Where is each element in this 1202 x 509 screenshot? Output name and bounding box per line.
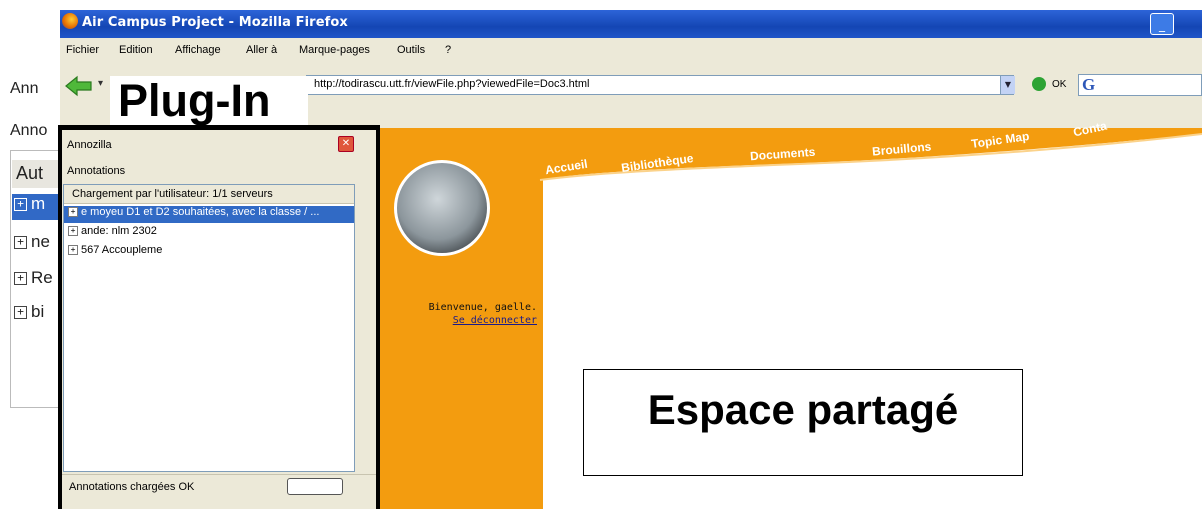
- firefox-logo-icon: [62, 13, 78, 29]
- expand-icon[interactable]: +: [68, 245, 78, 256]
- menu-marque-pages[interactable]: Marque-pages: [299, 44, 370, 56]
- minimize-icon[interactable]: _: [1150, 13, 1174, 35]
- tree-row-label: ande: nlm 2302: [81, 225, 157, 237]
- menu-fichier[interactable]: Fichier: [66, 44, 99, 56]
- background-column-header[interactable]: Aut: [12, 160, 64, 188]
- background-row-label: bi: [31, 302, 45, 321]
- tree-row[interactable]: + ande: nlm 2302: [64, 225, 354, 242]
- google-search-icon: G: [1082, 75, 1096, 94]
- menu-edition[interactable]: Edition: [119, 44, 153, 56]
- background-tab-label-2[interactable]: Anno: [10, 122, 47, 140]
- menu-aller[interactable]: Aller à: [246, 44, 277, 56]
- expand-icon[interactable]: +: [14, 198, 27, 212]
- background-row-label: ne: [31, 232, 50, 251]
- expand-icon[interactable]: +: [14, 272, 27, 286]
- close-icon[interactable]: ✕: [338, 136, 354, 152]
- url-text: http://todirascu.utt.fr/viewFile.php?vie…: [314, 78, 590, 90]
- background-row-label: m: [31, 194, 46, 213]
- window-title: Air Campus Project - Mozilla Firefox: [82, 15, 348, 30]
- go-icon[interactable]: [1032, 77, 1046, 91]
- background-row-label: Re: [31, 268, 53, 287]
- menu-affichage[interactable]: Affichage: [175, 44, 221, 56]
- sidebar-progress-box: [287, 478, 343, 495]
- tree-row[interactable]: +567 Accoupleme: [64, 244, 354, 261]
- search-field[interactable]: [1078, 74, 1202, 96]
- plugin-label: Plug-In: [118, 75, 271, 126]
- welcome-text: Bienvenue, gaelle.: [428, 302, 537, 313]
- shared-space-label: Espace partagé: [647, 386, 959, 433]
- tree-row[interactable]: + e moyeu D1 et D2 souhaitées, avec la cl…: [64, 206, 354, 223]
- menu-bar: [60, 38, 1202, 66]
- back-arrow-icon[interactable]: [64, 75, 94, 97]
- menu-help[interactable]: ?: [445, 44, 451, 56]
- expand-icon[interactable]: +: [14, 306, 27, 320]
- tree-row-label: e moyeu D1 et D2 souhaitées, avec la cla…: [81, 206, 320, 218]
- loading-status: Chargement par l'utilisateur: 1/1 serveu…: [72, 188, 273, 200]
- sidebar-subtitle: Annotations: [67, 165, 126, 177]
- expand-icon[interactable]: +: [68, 226, 78, 237]
- url-dropdown-icon[interactable]: ▼: [1000, 76, 1015, 94]
- expand-icon[interactable]: +: [68, 207, 78, 218]
- logout-link[interactable]: Se déconnecter: [400, 315, 537, 326]
- tree-row-label: 567 Accoupleme: [81, 244, 163, 256]
- menu-outils[interactable]: Outils: [397, 44, 425, 56]
- go-button[interactable]: OK: [1052, 79, 1066, 90]
- sidebar-title: Annozilla: [67, 139, 112, 151]
- chevron-down-icon[interactable]: ▾: [98, 78, 103, 89]
- background-tab-label[interactable]: Ann: [10, 80, 38, 98]
- sidebar-status-text: Annotations chargées OK: [69, 481, 195, 493]
- header-photo: [394, 160, 490, 256]
- expand-icon[interactable]: +: [14, 236, 27, 250]
